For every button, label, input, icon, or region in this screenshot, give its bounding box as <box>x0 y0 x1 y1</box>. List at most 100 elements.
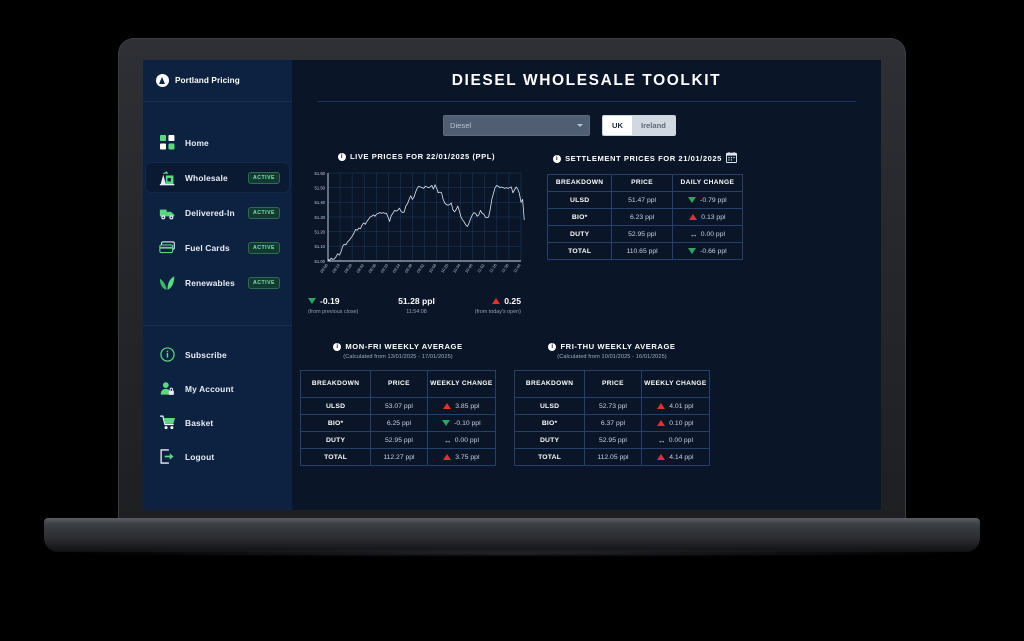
table-row: BIO* 6.23 ppl 0.13 ppl <box>546 208 744 226</box>
current-price-time: 11:54:08 <box>406 309 427 315</box>
user-lock-icon <box>158 379 177 398</box>
previous-close-note: (from previous close) <box>308 309 359 315</box>
current-price-value: 51.28 ppl <box>398 296 435 306</box>
column-header: BREAKDOWN <box>546 174 613 192</box>
cell-change: ↔ 0.00 ppl <box>426 431 497 450</box>
info-icon[interactable]: i <box>333 342 342 351</box>
cell-change: ↔ 0.00 ppl <box>671 225 744 243</box>
status-badge: ACTIVE <box>247 171 280 184</box>
region-toggle[interactable]: UK Ireland <box>602 115 676 136</box>
arrow-up-icon <box>657 403 666 410</box>
change-value: -0.79 ppl <box>700 196 727 204</box>
sidebar: Portland Pricing Home Wholesale ACTIVE D… <box>143 60 292 510</box>
cell-price: 53.07 ppl <box>370 397 428 416</box>
sidebar-item-label: Logout <box>185 451 215 462</box>
open-change-note: (from today's open) <box>474 309 521 315</box>
arrow-up-icon <box>443 403 452 410</box>
weekly-panels: i MON-FRI WEEKLY AVERAGE (Calculated fro… <box>292 316 881 467</box>
cell-breakdown: TOTAL <box>513 448 586 467</box>
cell-breakdown: ULSD <box>546 191 613 209</box>
cell-breakdown: BIO* <box>546 208 613 226</box>
settlement-table-body: ULSD 51.47 ppl -0.79 ppl BIO* 6.23 ppl 0.13 p… <box>546 191 744 260</box>
sidebar-item-basket[interactable]: Basket <box>146 408 289 437</box>
credit-cards-icon <box>158 238 177 257</box>
live-prices-heading-text: LIVE PRICES FOR 22/01/2025 (PPL) <box>349 152 496 161</box>
svg-text:51.40: 51.40 <box>315 200 326 205</box>
svg-text:51.10: 51.10 <box>315 244 326 249</box>
mon-fri-table-body: ULSD 53.07 ppl 3.85 ppl BIO* 6.25 ppl -0.10 p… <box>299 397 497 467</box>
sidebar-item-logout[interactable]: Logout <box>146 442 289 471</box>
arrow-up-icon <box>689 214 698 220</box>
change-value: -0.66 ppl <box>700 247 727 255</box>
oil-pump-icon <box>158 168 177 187</box>
brand-name: Portland Pricing <box>175 76 240 85</box>
laptop-screen: Portland Pricing Home Wholesale ACTIVE D… <box>143 60 881 510</box>
fri-thu-heading: i FRI-THU WEEKLY AVERAGE <box>514 342 710 351</box>
region-option-uk[interactable]: UK <box>603 116 632 135</box>
settlement-panel: i SETTLEMENT PRICES FOR 21/01/2025 BREAK… <box>546 152 744 316</box>
arrow-up-icon <box>657 420 666 427</box>
svg-text:08:00: 08:00 <box>319 262 329 274</box>
sidebar-item-wholesale[interactable]: Wholesale ACTIVE <box>146 163 289 192</box>
leaf-icon <box>158 273 177 292</box>
product-select[interactable]: Diesel <box>443 115 590 136</box>
current-price: 51.28 ppl 11:54:08 <box>398 296 435 316</box>
cell-change: 3.75 ppl <box>426 448 497 467</box>
cell-breakdown: TOTAL <box>299 448 372 467</box>
cell-change: 0.10 ppl <box>640 414 711 433</box>
change-value: 3.75 ppl <box>455 453 480 461</box>
status-badge: ACTIVE <box>247 206 280 219</box>
fri-thu-table: BREAKDOWN PRICE WEEKLY CHANGE ULSD 52.73 … <box>513 370 711 467</box>
main-content: DIESEL WHOLESALE TOOLKIT Diesel UK Irela… <box>292 60 881 510</box>
primary-panels: i LIVE PRICES FOR 22/01/2025 (PPL) 51.00… <box>292 136 881 316</box>
mon-fri-table: BREAKDOWN PRICE WEEKLY CHANGE ULSD 53.07 … <box>299 370 497 467</box>
live-prices-panel: i LIVE PRICES FOR 22/01/2025 (PPL) 51.00… <box>300 152 533 316</box>
arrow-up-icon <box>443 454 452 461</box>
calendar-icon[interactable] <box>725 152 737 165</box>
info-icon[interactable]: i <box>553 154 562 163</box>
cell-price: 6.37 ppl <box>584 414 642 433</box>
arrow-flat-icon: ↔ <box>689 229 698 239</box>
table-row: ULSD 51.47 ppl -0.79 ppl <box>546 191 744 209</box>
laptop-base-shadow <box>64 549 960 557</box>
sidebar-item-label: My Account <box>185 383 234 394</box>
sidebar-item-delivered-in[interactable]: Delivered-In ACTIVE <box>146 198 289 227</box>
portland-logo-icon <box>156 74 169 87</box>
app-window: Portland Pricing Home Wholesale ACTIVE D… <box>143 60 881 510</box>
open-change-value: 0.25 <box>504 296 521 306</box>
table-row: BIO* 6.25 ppl -0.10 ppl <box>299 414 497 433</box>
sidebar-item-label: Basket <box>185 417 214 428</box>
cell-breakdown: ULSD <box>299 397 372 416</box>
info-icon[interactable]: i <box>337 152 346 161</box>
column-header: PRICE <box>611 174 673 192</box>
screenshot-stage: Portland Pricing Home Wholesale ACTIVE D… <box>0 0 1024 641</box>
sidebar-item-my-account[interactable]: My Account <box>146 374 289 403</box>
column-header: WEEKLY CHANGE <box>426 370 497 399</box>
svg-text:10:48: 10:48 <box>464 262 474 274</box>
arrow-down-icon <box>308 298 316 304</box>
cell-price: 112.05 ppl <box>584 448 642 467</box>
region-option-ireland[interactable]: Ireland <box>631 116 675 135</box>
change-value: -0.10 ppl <box>454 419 481 427</box>
cell-price: 6.25 ppl <box>370 414 428 433</box>
column-header: BREAKDOWN <box>299 370 372 399</box>
sidebar-item-subscribe[interactable]: Subscribe <box>146 340 289 369</box>
svg-text:08:42: 08:42 <box>355 262 365 274</box>
sidebar-item-label: Delivered-In <box>185 207 235 218</box>
table-row: DUTY 52.95 ppl ↔ 0.00 ppl <box>546 225 744 243</box>
column-header: BREAKDOWN <box>513 370 586 399</box>
sidebar-item-fuel-cards[interactable]: Fuel Cards ACTIVE <box>146 233 289 262</box>
table-row: TOTAL 112.05 ppl 4.14 ppl <box>513 448 711 467</box>
sidebar-item-label: Fuel Cards <box>185 242 230 253</box>
svg-text:09:52: 09:52 <box>415 262 425 274</box>
info-icon[interactable]: i <box>548 342 557 351</box>
page-title: DIESEL WHOLESALE TOOLKIT <box>451 71 722 89</box>
sidebar-item-renewables[interactable]: Renewables ACTIVE <box>146 268 289 297</box>
previous-close-value: -0.19 <box>320 296 340 306</box>
column-header: DAILY CHANGE <box>671 174 744 192</box>
sidebar-item-label: Wholesale <box>185 172 228 183</box>
product-select-value: Diesel <box>450 121 472 130</box>
column-header: PRICE <box>584 370 642 399</box>
sidebar-item-home[interactable]: Home <box>146 128 289 157</box>
cell-price: 6.23 ppl <box>611 208 673 226</box>
